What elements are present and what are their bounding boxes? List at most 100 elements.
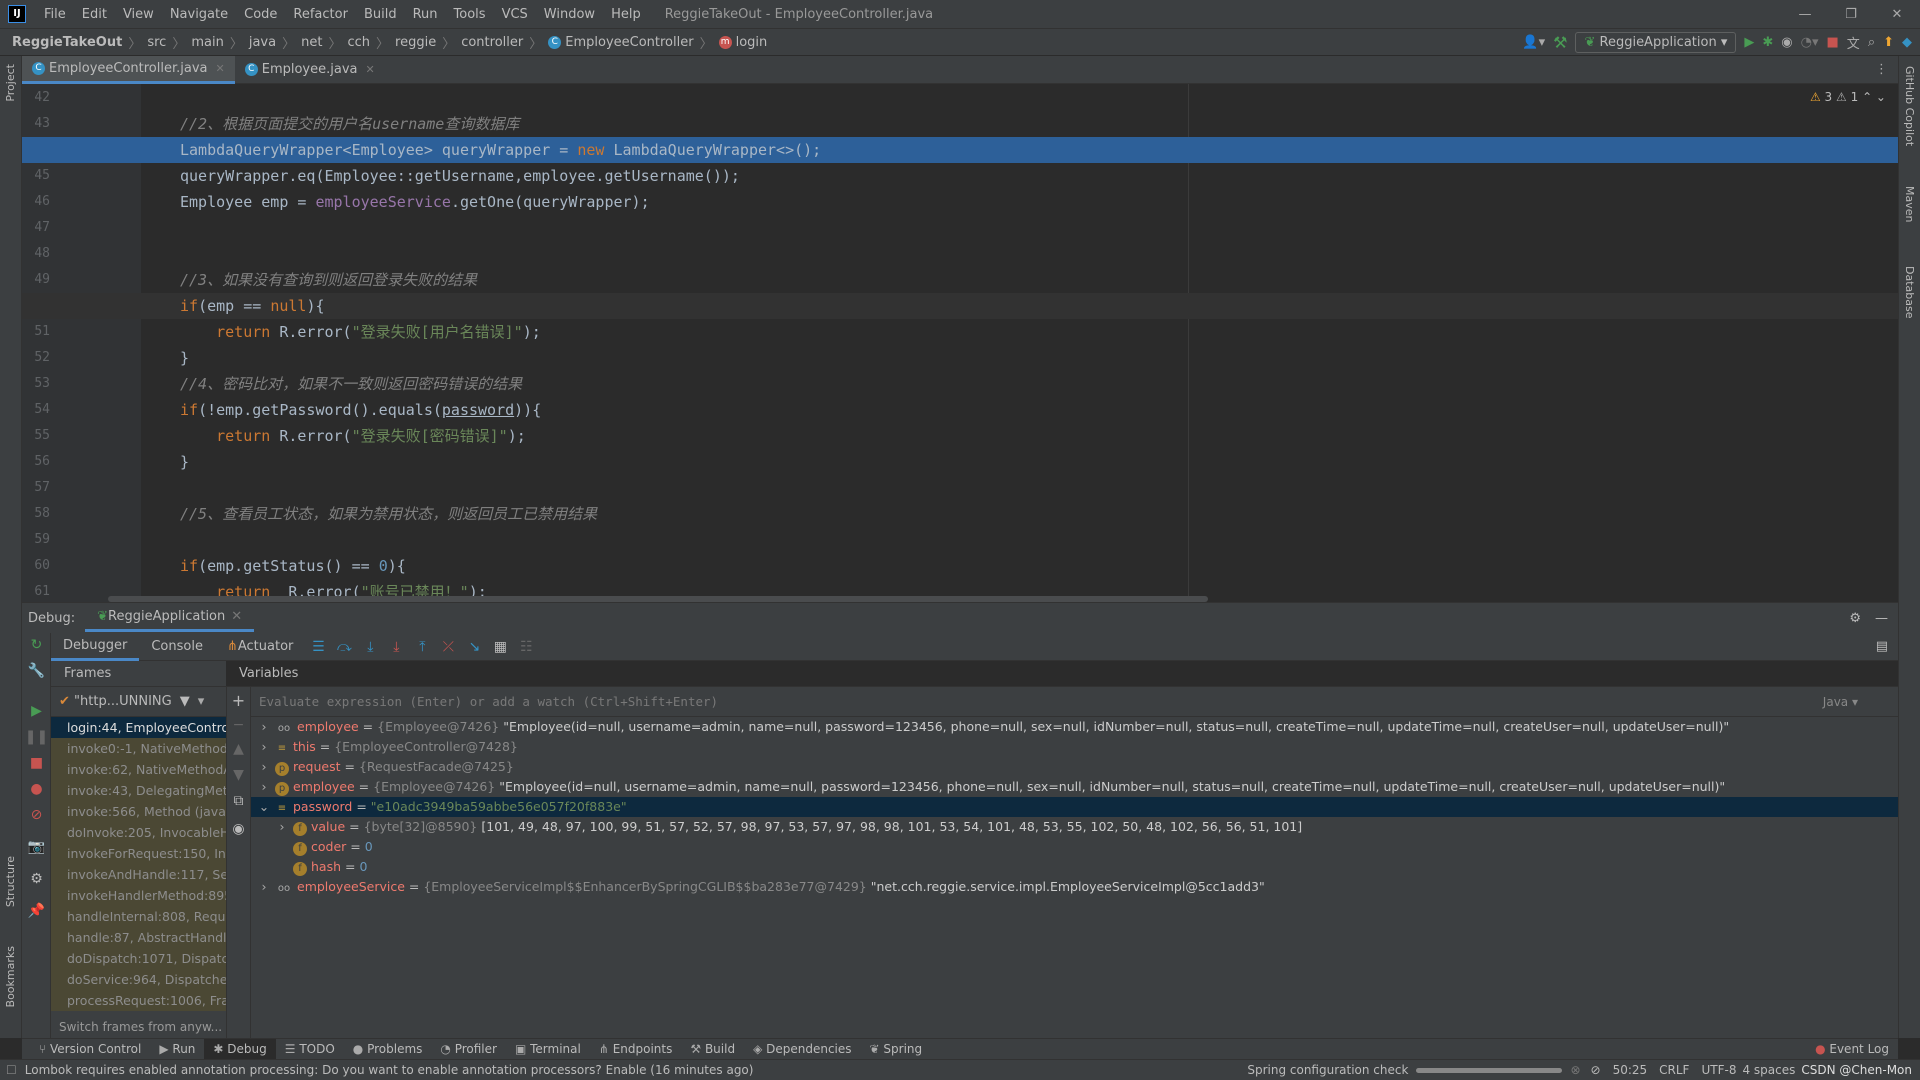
settings-icon[interactable]: ⚙ xyxy=(22,871,51,887)
toolwindow-run[interactable]: ▶ Run xyxy=(150,1039,204,1060)
restore-button[interactable]: ❐ xyxy=(1828,7,1874,22)
code-line[interactable]: //5、查看员工状态，如果为禁用状态，则返回员工已禁用结果 xyxy=(22,501,1898,527)
step-into-icon[interactable]: ⤓ xyxy=(357,639,383,655)
code-line[interactable] xyxy=(22,241,1898,267)
copilot-tool-button[interactable]: GitHub Copilot xyxy=(1903,66,1916,146)
code-editor[interactable]: 424344✔454647484950💡51525354555657585960… xyxy=(22,84,1898,602)
variable-row[interactable]: ⌄ ≡ password = "e10adc3949ba59abbe56e057f2… xyxy=(251,797,1898,817)
stop-icon[interactable]: ■ xyxy=(1827,35,1839,50)
close-tab-icon[interactable]: ✕ xyxy=(366,63,375,76)
status-message[interactable]: Lombok requires enabled annotation proce… xyxy=(25,1063,754,1077)
event-log-button[interactable]: ● Event Log xyxy=(1806,1039,1898,1060)
frames-footer[interactable]: Switch frames from anyw... ✕ xyxy=(51,1016,226,1056)
caret-position[interactable]: 50:25 xyxy=(1613,1063,1648,1077)
no-sync-icon[interactable]: ⊘ xyxy=(1591,1063,1601,1077)
coverage-icon[interactable]: ◉ xyxy=(1781,35,1792,50)
drop-frame-icon[interactable]: ⤫ xyxy=(435,639,461,655)
toolwindow-todo[interactable]: ☰ TODO xyxy=(276,1039,344,1060)
stack-frame[interactable]: login:44, EmployeeControll xyxy=(51,717,226,738)
code-line[interactable]: //4、密码比对，如果不一致则返回密码错误的结果 xyxy=(22,371,1898,397)
build-hammer-icon[interactable]: ⚒ xyxy=(1553,33,1567,52)
breadcrumb-item[interactable]: net xyxy=(301,35,322,50)
menu-file[interactable]: File xyxy=(36,7,74,22)
language-selector[interactable]: Java ▾ xyxy=(1823,695,1858,709)
menu-tools[interactable]: Tools xyxy=(446,7,494,22)
add-watch-icon[interactable]: + xyxy=(224,691,253,710)
code-line[interactable]: //3、如果没有查询到则返回登录失败的结果 xyxy=(22,267,1898,293)
move-up-icon[interactable]: ▲ xyxy=(224,741,253,757)
tab-debugger[interactable]: Debugger xyxy=(51,633,140,661)
menu-run[interactable]: Run xyxy=(405,7,446,22)
profile-icon[interactable]: ◔▾ xyxy=(1801,35,1819,50)
user-icon[interactable]: 👤▾ xyxy=(1522,35,1545,50)
copy-icon[interactable]: ⧉ xyxy=(224,793,253,809)
indent-setting[interactable]: 4 spaces xyxy=(1742,1063,1795,1077)
code-line[interactable]: //2、根据页面提交的用户名username查询数据库 xyxy=(22,111,1898,137)
toolwindow-endpoints[interactable]: ⋔ Endpoints xyxy=(590,1039,682,1060)
menu-code[interactable]: Code xyxy=(236,7,285,22)
expand-arrow-icon[interactable]: › xyxy=(257,737,271,757)
code-line[interactable]: if(emp.getStatus() == 0){ xyxy=(22,553,1898,579)
toolwindow-build[interactable]: ⚒ Build xyxy=(681,1039,744,1060)
stack-frame[interactable]: processRequest:1006, Fram xyxy=(51,990,226,1011)
code-line[interactable]: Employee emp = employeeService.getOne(qu… xyxy=(22,189,1898,215)
variable-row[interactable]: f coder = 0 xyxy=(251,837,1898,857)
stack-frame[interactable]: invokeHandlerMethod:895, xyxy=(51,885,226,906)
breadcrumb-item[interactable]: src xyxy=(147,35,166,50)
settings-gear-icon[interactable]: ⚙ xyxy=(1849,611,1861,626)
watches-icon[interactable]: ◉ xyxy=(224,821,253,837)
code-line[interactable] xyxy=(22,475,1898,501)
toolwindow-debug[interactable]: ✱ Debug xyxy=(204,1038,276,1060)
menu-view[interactable]: View xyxy=(115,7,162,22)
inspection-widget[interactable]: ⚠ 3 ⚠ 1 ⌃ ⌄ xyxy=(1810,90,1886,104)
tab-actuator[interactable]: ⋔ Actuator xyxy=(215,633,305,661)
threads-menu-icon[interactable]: ☰ xyxy=(305,639,331,655)
breadcrumb-item[interactable]: main xyxy=(191,35,223,50)
more-tabs-icon[interactable]: ⋮ xyxy=(1875,62,1888,77)
cancel-task-icon[interactable]: ⊗ xyxy=(1570,1063,1580,1077)
toolwindow-spring[interactable]: ❦ Spring xyxy=(861,1039,932,1060)
force-step-into-icon[interactable]: ⤓ xyxy=(383,639,409,655)
maven-tool-button[interactable]: Maven xyxy=(1903,186,1916,222)
variable-row[interactable]: f hash = 0 xyxy=(251,857,1898,877)
evaluate-expression-icon[interactable]: ▦ xyxy=(487,639,513,655)
expand-arrow-icon[interactable]: › xyxy=(275,817,289,837)
chevron-down-icon[interactable]: ▾ xyxy=(198,694,205,709)
background-task[interactable]: Spring configuration check xyxy=(1247,1063,1408,1077)
pause-icon[interactable]: ❚❚ xyxy=(22,729,51,745)
menu-window[interactable]: Window xyxy=(536,7,603,22)
filter-icon[interactable]: ▼ xyxy=(180,694,190,709)
camera-icon[interactable]: 📷 xyxy=(22,839,51,855)
stack-frame[interactable]: invoke:43, DelegatingMeth xyxy=(51,780,226,801)
breadcrumb-class[interactable]: EmployeeController xyxy=(565,35,693,50)
view-breakpoints-icon[interactable]: ● xyxy=(22,781,51,797)
trace-icon[interactable]: ☷ xyxy=(513,639,539,655)
tab-employee[interactable]: C Employee.java ✕ xyxy=(235,56,385,84)
move-down-icon[interactable]: ▼ xyxy=(224,767,253,783)
toolwindow-terminal[interactable]: ▣ Terminal xyxy=(506,1039,590,1060)
stack-frame[interactable]: invokeAndHandle:117, Serv xyxy=(51,864,226,885)
code-line[interactable]: return R.error("登录失败[用户名错误]"); xyxy=(22,319,1898,345)
code-line[interactable]: } xyxy=(22,345,1898,371)
menu-navigate[interactable]: Navigate xyxy=(162,7,236,22)
menu-build[interactable]: Build xyxy=(356,7,405,22)
code-line[interactable] xyxy=(22,215,1898,241)
step-over-icon[interactable]: ⤼ xyxy=(331,639,357,655)
variable-row[interactable]: › ≡ this = {EmployeeController@7428} xyxy=(251,737,1898,757)
code-line[interactable] xyxy=(22,85,1898,111)
line-separator[interactable]: CRLF xyxy=(1659,1063,1689,1077)
expand-arrow-icon[interactable]: › xyxy=(257,777,271,797)
bookmarks-tool-button[interactable]: Bookmarks xyxy=(4,946,17,1007)
pin-icon[interactable]: 📌 xyxy=(22,903,51,919)
breadcrumb-item[interactable]: ReggieTakeOut xyxy=(12,35,122,50)
stack-frame[interactable]: invoke:62, NativeMethodAc xyxy=(51,759,226,780)
expand-arrow-icon[interactable]: › xyxy=(257,757,271,777)
stack-frame[interactable]: invoke0:-1, NativeMethodA xyxy=(51,738,226,759)
menu-edit[interactable]: Edit xyxy=(74,7,115,22)
code-line[interactable]: LambdaQueryWrapper<Employee> queryWrappe… xyxy=(22,137,1898,163)
variable-row[interactable]: › oo employee = {Employee@7426} "Employee(… xyxy=(251,717,1898,737)
stop-icon[interactable]: ■ xyxy=(22,755,51,771)
debug-icon[interactable]: ✱ xyxy=(1762,35,1773,50)
thread-selector[interactable]: ✔ "http...UNNING ▼ ▾ xyxy=(51,687,226,717)
close-window-button[interactable]: ✕ xyxy=(1874,7,1920,22)
